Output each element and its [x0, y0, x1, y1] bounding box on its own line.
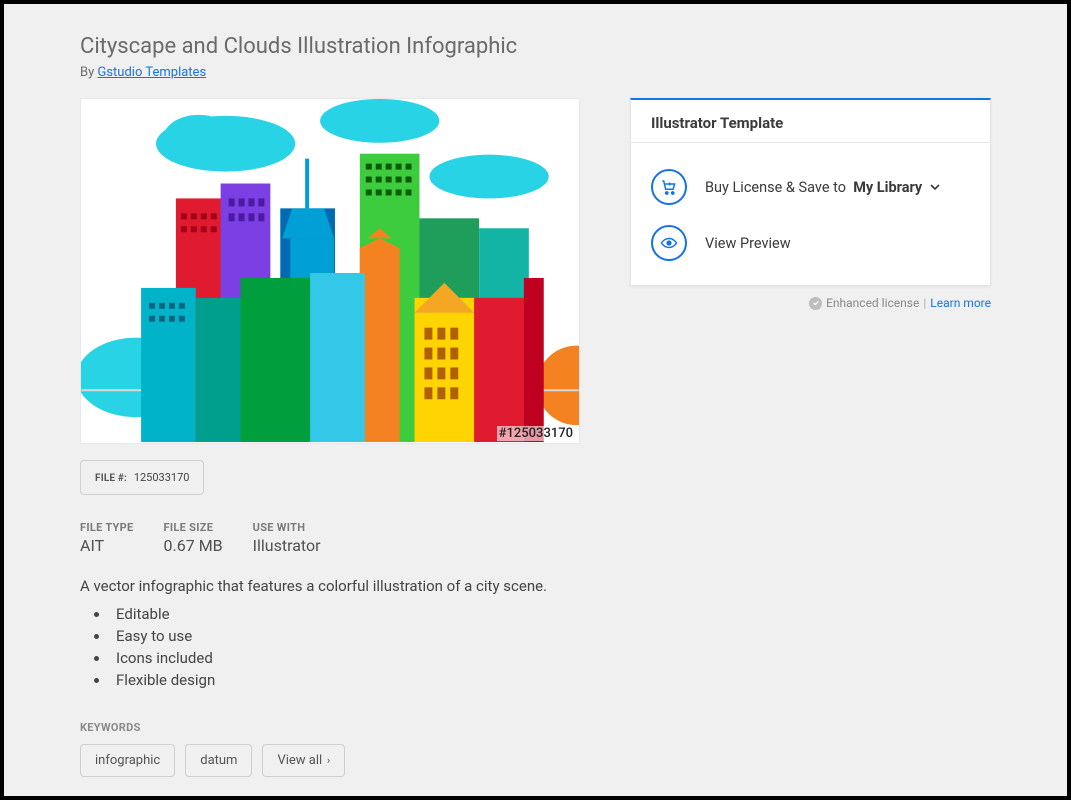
panel-header: Illustrator Template — [631, 100, 990, 143]
check-icon — [809, 297, 822, 310]
main-columns: #125033170 FILE #: 125033170 FILE TYPE A… — [80, 98, 991, 777]
page-root: Cityscape and Clouds Illustration Infogr… — [4, 4, 1067, 796]
cityscape-illustration — [81, 99, 579, 443]
meta-row: FILE TYPE AIT FILE SIZE 0.67 MB USE WITH… — [80, 521, 580, 555]
preview-image[interactable]: #125033170 — [80, 98, 580, 444]
page-title: Cityscape and Clouds Illustration Infogr… — [80, 34, 991, 59]
keyword-chip[interactable]: datum — [185, 744, 252, 777]
eye-icon — [651, 225, 687, 261]
buy-license-text: Buy License & Save to My Library — [705, 179, 940, 196]
file-id-badge: FILE #: 125033170 — [80, 460, 204, 495]
license-footer: Enhanced license | Learn more — [630, 296, 991, 310]
keyword-chips: infographic datum View all › — [80, 744, 580, 777]
file-type-label: FILE TYPE — [80, 521, 134, 534]
panel-body: Buy License & Save to My Library — [631, 143, 990, 285]
left-column: #125033170 FILE #: 125033170 FILE TYPE A… — [80, 98, 580, 777]
features-list: Editable Easy to use Icons included Flex… — [80, 605, 580, 689]
separator: | — [923, 296, 926, 310]
watermark-id: #125033170 — [497, 426, 575, 441]
use-with-value: Illustrator — [253, 536, 321, 555]
byline-prefix: By — [80, 65, 97, 80]
buy-label: Buy License & Save to — [705, 179, 846, 196]
preview-label: View Preview — [705, 235, 791, 252]
file-id-value: 125033170 — [134, 471, 190, 484]
feature-item: Easy to use — [110, 627, 580, 645]
enhanced-license-text: Enhanced license — [826, 296, 919, 310]
file-id-label: FILE #: — [95, 473, 127, 484]
meta-use-with: USE WITH Illustrator — [253, 521, 321, 555]
feature-item: Icons included — [110, 649, 580, 667]
meta-file-size: FILE SIZE 0.67 MB — [164, 521, 223, 555]
chevron-down-icon[interactable] — [930, 179, 940, 196]
feature-item: Flexible design — [110, 671, 580, 689]
meta-file-type: FILE TYPE AIT — [80, 521, 134, 555]
view-preview-row[interactable]: View Preview — [651, 225, 970, 261]
keywords-label: KEYWORDS — [80, 721, 580, 734]
buy-license-row[interactable]: Buy License & Save to My Library — [651, 169, 970, 205]
view-all-chip[interactable]: View all › — [262, 744, 345, 777]
keyword-chip[interactable]: infographic — [80, 744, 175, 777]
description: A vector infographic that features a col… — [80, 577, 580, 595]
author-link[interactable]: Gstudio Templates — [97, 65, 206, 80]
chevron-right-icon: › — [324, 754, 330, 767]
cart-icon — [651, 169, 687, 205]
use-with-label: USE WITH — [253, 521, 321, 534]
license-panel: Illustrator Template Buy Lic — [630, 98, 991, 286]
file-type-value: AIT — [80, 536, 134, 555]
right-column: Illustrator Template Buy Lic — [630, 98, 991, 310]
byline: By Gstudio Templates — [80, 65, 991, 80]
library-name: My Library — [853, 179, 922, 196]
feature-item: Editable — [110, 605, 580, 623]
view-all-label: View all — [277, 753, 322, 768]
file-size-value: 0.67 MB — [164, 536, 223, 555]
file-size-label: FILE SIZE — [164, 521, 223, 534]
learn-more-link[interactable]: Learn more — [930, 296, 991, 310]
